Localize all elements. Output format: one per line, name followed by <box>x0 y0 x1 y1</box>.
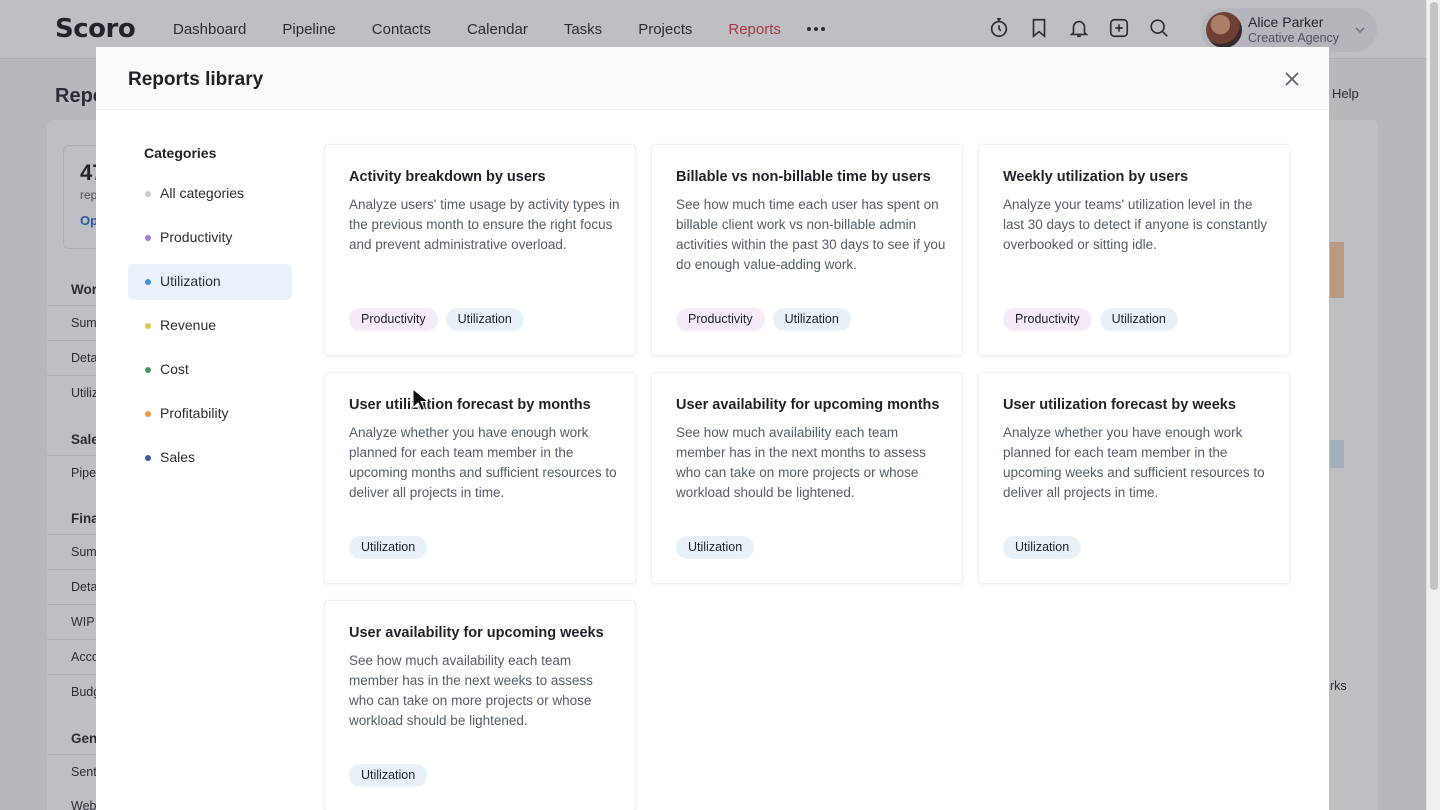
category-label: All categories <box>160 185 245 201</box>
tag-list: Productivity Utilization <box>1003 308 1178 331</box>
modal-title: Reports library <box>128 69 264 90</box>
tag-productivity: Productivity <box>349 308 438 331</box>
tag-utilization: Utilization <box>1003 536 1082 559</box>
tag-list: Utilization <box>1003 536 1082 559</box>
report-title: Activity breakdown by users <box>349 169 546 185</box>
report-title: Billable vs non-billable time by users <box>676 169 931 185</box>
tag-utilization: Utilization <box>676 536 755 559</box>
report-description: Analyze whether you have enough work pla… <box>349 425 617 500</box>
category-dot <box>145 191 151 197</box>
report-description: See how much time each user has spent on… <box>676 197 946 272</box>
report-title: User utilization forecast by months <box>349 397 591 413</box>
category-profitability[interactable]: Profitability <box>128 396 292 432</box>
tag-utilization: Utilization <box>1099 308 1178 331</box>
category-productivity[interactable]: Productivity <box>128 220 292 256</box>
tag-productivity: Productivity <box>1003 308 1092 331</box>
tag-list: Utilization <box>349 536 428 559</box>
report-description: See how much availability each team memb… <box>349 653 593 728</box>
page-scrollbar[interactable] <box>1426 0 1440 810</box>
category-list: All categories Productivity Utilization … <box>128 176 292 484</box>
category-dot <box>145 455 151 461</box>
tag-utilization: Utilization <box>349 536 428 559</box>
tag-utilization: Utilization <box>445 308 524 331</box>
category-dot <box>145 235 151 241</box>
report-card[interactable]: User availability for upcoming months Se… <box>651 372 963 584</box>
category-label: Productivity <box>160 229 233 245</box>
report-card[interactable]: Weekly utilization by users Analyze your… <box>978 144 1290 356</box>
scrollbar-thumb[interactable] <box>1430 2 1438 590</box>
report-card[interactable]: Billable vs non-billable time by users S… <box>651 144 963 356</box>
category-dot <box>145 279 151 285</box>
category-label: Sales <box>160 449 196 465</box>
category-dot <box>145 323 151 329</box>
tag-utilization: Utilization <box>349 764 428 787</box>
report-card[interactable]: User utilization forecast by weeks Analy… <box>978 372 1290 584</box>
tag-list: Productivity Utilization <box>349 308 524 331</box>
categories-heading: Categories <box>144 145 217 161</box>
report-card[interactable]: User availability for upcoming weeks See… <box>324 600 636 810</box>
tag-productivity: Productivity <box>676 308 765 331</box>
tag-list: Productivity Utilization <box>676 308 851 331</box>
category-label: Profitability <box>160 405 229 421</box>
report-card[interactable]: Activity breakdown by users Analyze user… <box>324 144 636 356</box>
category-dot <box>145 411 151 417</box>
report-title: Weekly utilization by users <box>1003 169 1189 185</box>
tag-list: Utilization <box>676 536 755 559</box>
close-icon[interactable] <box>1283 70 1301 88</box>
category-utilization[interactable]: Utilization <box>128 264 292 300</box>
mouse-cursor-icon <box>412 388 428 412</box>
category-sales[interactable]: Sales <box>128 440 292 476</box>
report-description: Analyze users' time usage by activity ty… <box>349 197 620 252</box>
report-description: See how much availability each team memb… <box>676 425 926 500</box>
report-title: User utilization forecast by weeks <box>1003 397 1236 413</box>
category-label: Cost <box>160 361 189 377</box>
reports-library-modal: Reports library Categories All categorie… <box>96 47 1329 810</box>
category-all[interactable]: All categories <box>128 176 292 212</box>
report-description: Analyze your teams' utilization level in… <box>1003 197 1268 252</box>
category-cost[interactable]: Cost <box>128 352 292 388</box>
report-card[interactable]: User utilization forecast by months Anal… <box>324 372 636 584</box>
report-title: User availability for upcoming months <box>676 397 940 413</box>
category-dot <box>145 367 151 373</box>
category-revenue[interactable]: Revenue <box>128 308 292 344</box>
category-label: Utilization <box>160 273 221 289</box>
category-label: Revenue <box>160 317 217 333</box>
tag-utilization: Utilization <box>772 308 851 331</box>
report-title: User availability for upcoming weeks <box>349 625 604 641</box>
modal-header: Reports library <box>96 47 1329 110</box>
report-description: Analyze whether you have enough work pla… <box>1003 425 1265 500</box>
tag-list: Utilization <box>349 764 428 787</box>
